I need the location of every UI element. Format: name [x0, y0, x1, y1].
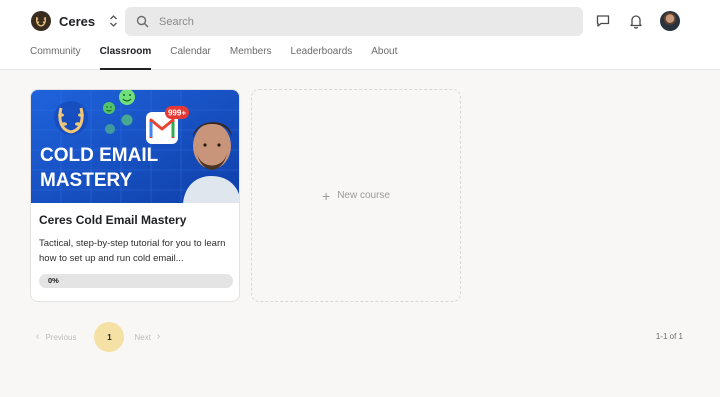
- tab-about[interactable]: About: [371, 44, 397, 70]
- course-title: Ceres Cold Email Mastery: [39, 213, 187, 227]
- search-icon: [136, 15, 150, 29]
- page-number-button[interactable]: 1: [94, 322, 125, 352]
- previous-label: Previous: [45, 332, 77, 342]
- course-thumbnail-art: 999+ COLD EMAIL MASTERY: [31, 90, 239, 203]
- user-avatar[interactable]: [660, 11, 680, 31]
- community-name: Ceres: [59, 13, 96, 29]
- pagination-count: 1-1 of 1: [655, 332, 683, 341]
- thumbnail-title-line2: MASTERY: [40, 170, 133, 191]
- chevron-up-down-icon[interactable]: [108, 13, 118, 29]
- next-page-button[interactable]: Next ›: [134, 332, 160, 342]
- course-progress-bar: 0%: [39, 274, 233, 288]
- course-thumbnail: 999+ COLD EMAIL MASTERY: [31, 90, 239, 203]
- chevron-right-icon: ›: [156, 331, 161, 342]
- nav-tabs: Community Classroom Calendar Members Lea…: [30, 44, 416, 70]
- chat-icon[interactable]: [594, 12, 612, 30]
- previous-page-button[interactable]: ‹ Previous: [36, 332, 76, 342]
- tab-classroom[interactable]: Classroom: [99, 44, 151, 70]
- tab-community[interactable]: Community: [30, 44, 81, 70]
- tab-leaderboards[interactable]: Leaderboards: [291, 44, 353, 70]
- course-description: Tactical, step-by-step tutorial for you …: [39, 238, 226, 264]
- search-bar[interactable]: [125, 7, 583, 36]
- plus-icon: +: [322, 187, 331, 204]
- pagination: ‹ Previous 1 Next ›: [36, 322, 160, 352]
- chevron-left-icon: ‹: [36, 331, 40, 342]
- tab-calendar[interactable]: Calendar: [170, 44, 211, 70]
- new-course-button[interactable]: + New course: [251, 89, 461, 302]
- thumbnail-title-line1: COLD EMAIL: [40, 145, 159, 166]
- top-header: Ceres Community Classroom Ca: [0, 0, 720, 70]
- next-label: Next: [134, 332, 151, 342]
- search-input[interactable]: [159, 15, 559, 28]
- laurel-logo-icon: [31, 11, 51, 31]
- tab-members[interactable]: Members: [230, 44, 272, 70]
- new-course-label: New course: [337, 190, 390, 201]
- course-card[interactable]: 999+ COLD EMAIL MASTERY Ceres Cold Email…: [30, 89, 240, 302]
- course-progress-label: 0%: [48, 276, 59, 285]
- thumbnail-badge: 999+: [168, 109, 186, 118]
- notification-bell-icon[interactable]: [627, 12, 645, 30]
- community-switcher[interactable]: Ceres: [31, 10, 118, 32]
